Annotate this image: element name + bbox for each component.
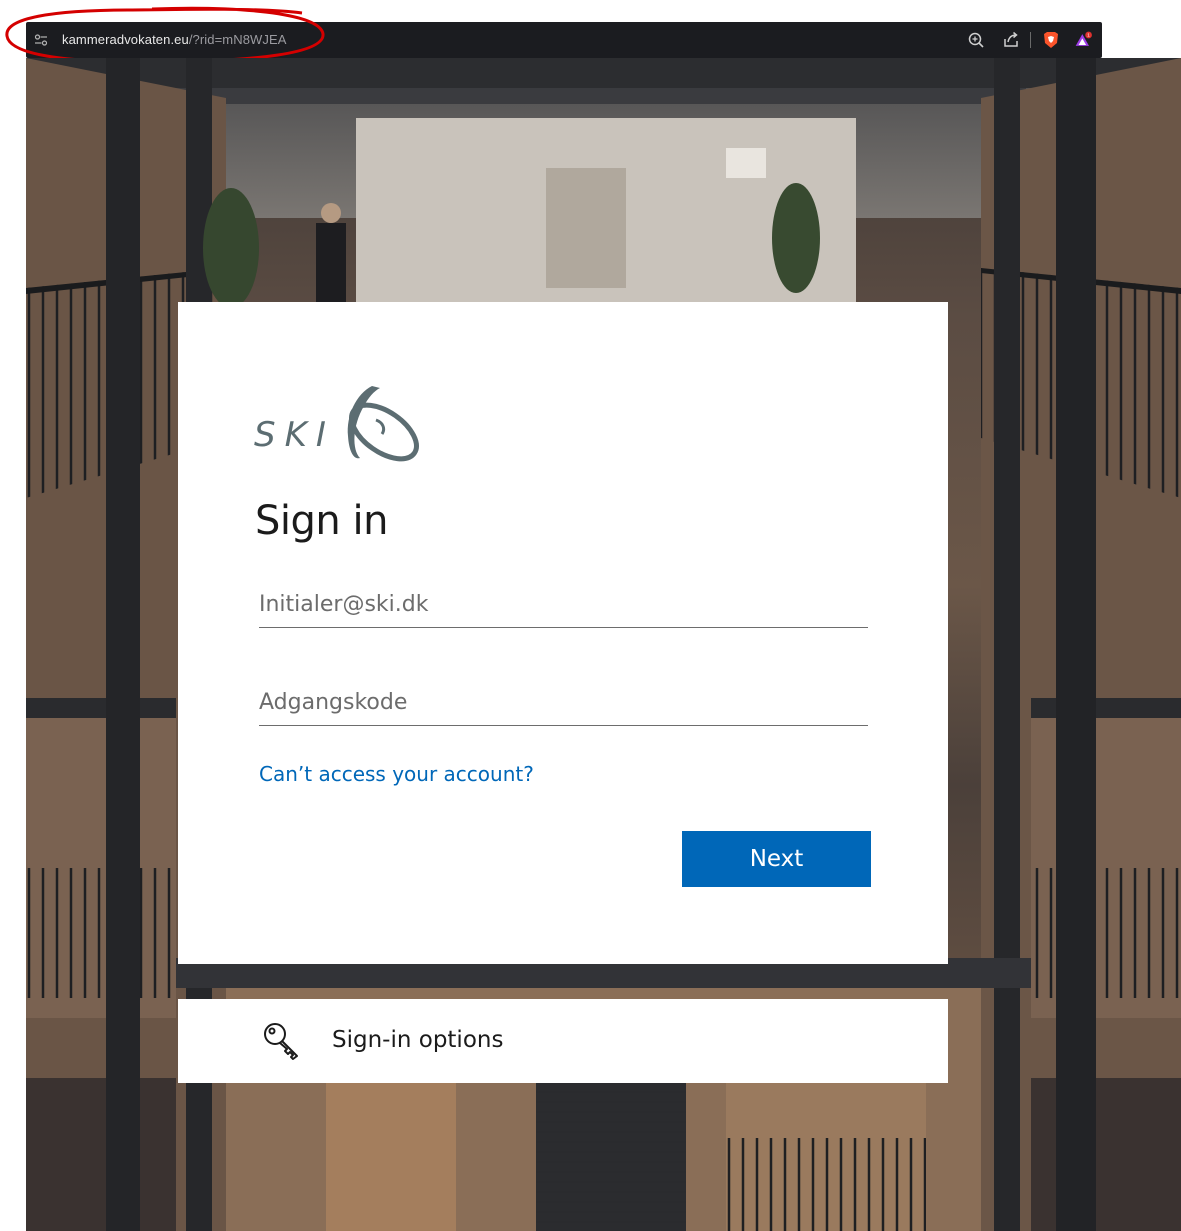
brave-rewards-icon[interactable]: 1 [1074, 30, 1094, 50]
sign-in-card: SKI Sign in Can’t access your account? N… [178, 302, 948, 964]
cant-access-account-link[interactable]: Can’t access your account? [259, 762, 534, 786]
next-button[interactable]: Next [682, 831, 871, 887]
password-field[interactable] [259, 680, 868, 726]
page-title: Sign in [255, 498, 388, 544]
email-field[interactable] [259, 582, 868, 628]
sign-in-options-label: Sign-in options [332, 1027, 504, 1053]
brave-shield-icon[interactable] [1041, 30, 1061, 50]
zoom-icon[interactable] [966, 30, 986, 50]
url-annotation-circle [5, 6, 325, 64]
ski-logo: SKI [254, 386, 419, 462]
key-icon [264, 1023, 298, 1060]
svg-text:SKI: SKI [254, 415, 335, 455]
share-icon[interactable] [1001, 30, 1021, 50]
toolbar-divider [1030, 32, 1031, 48]
sign-in-options-button[interactable]: Sign-in options [178, 999, 948, 1083]
